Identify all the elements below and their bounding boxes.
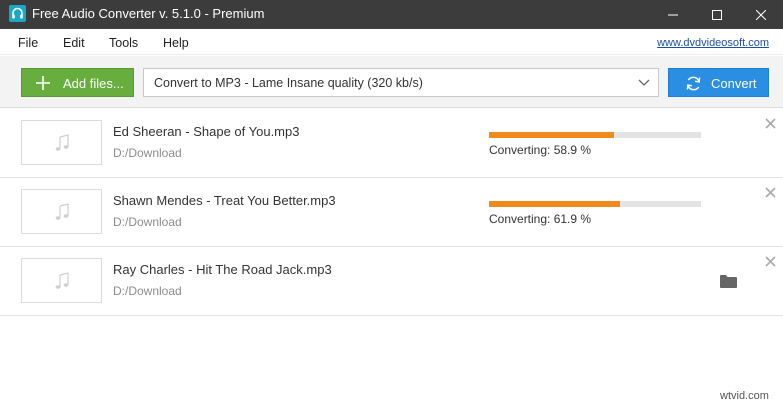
progress-fill [489, 201, 621, 207]
file-row[interactable]: Shawn Mendes - Treat You Better.mp3 D:/D… [0, 178, 783, 247]
menu-tools[interactable]: Tools [109, 36, 138, 50]
progress-bar [489, 132, 701, 138]
file-path: D:/Download [113, 284, 182, 298]
chevron-down-icon [638, 79, 650, 86]
conversion-status: Converting: 58.9 % [489, 143, 592, 157]
file-path: D:/Download [113, 146, 182, 160]
folder-icon[interactable] [720, 274, 737, 288]
close-button[interactable] [739, 0, 783, 29]
music-note-icon [55, 272, 69, 289]
file-row[interactable]: Ed Sheeran - Shape of You.mp3 D:/Downloa… [0, 109, 783, 178]
add-files-label: Add files... [63, 76, 124, 91]
file-row[interactable]: Ray Charles - Hit The Road Jack.mp3 D:/D… [0, 247, 783, 316]
file-name: Ray Charles - Hit The Road Jack.mp3 [113, 262, 332, 277]
file-thumbnail [21, 120, 102, 165]
title-bar: Free Audio Converter v. 5.1.0 - Premium [0, 0, 783, 29]
headphones-icon [9, 5, 26, 22]
website-link[interactable]: www.dvdvideosoft.com [657, 37, 769, 49]
window-title: Free Audio Converter v. 5.1.0 - Premium [32, 6, 265, 21]
refresh-icon [686, 76, 701, 91]
watermark: wtvid.com [720, 390, 769, 402]
maximize-button[interactable] [695, 0, 739, 29]
convert-button[interactable]: Convert [668, 68, 769, 97]
minimize-icon [668, 14, 678, 15]
music-note-icon [55, 203, 69, 220]
remove-icon[interactable] [765, 256, 776, 267]
add-files-button[interactable]: Add files... [21, 68, 134, 97]
output-format-select[interactable]: Convert to MP3 - Lame Insane quality (32… [143, 68, 659, 97]
music-note-icon [55, 134, 69, 151]
maximize-icon [712, 9, 722, 20]
file-name: Ed Sheeran - Shape of You.mp3 [113, 124, 300, 139]
plus-icon [36, 76, 50, 90]
file-name: Shawn Mendes - Treat You Better.mp3 [113, 193, 336, 208]
progress-bar [489, 201, 701, 207]
output-format-value: Convert to MP3 - Lame Insane quality (32… [154, 76, 423, 90]
remove-icon[interactable] [765, 118, 776, 129]
file-thumbnail [21, 189, 102, 234]
convert-label: Convert [711, 76, 757, 91]
menu-help[interactable]: Help [163, 36, 189, 50]
progress-fill [489, 132, 614, 138]
close-icon [756, 9, 766, 20]
minimize-button[interactable] [651, 0, 695, 29]
file-thumbnail [21, 258, 102, 303]
menu-edit[interactable]: Edit [63, 36, 85, 50]
file-list: Ed Sheeran - Shape of You.mp3 D:/Downloa… [0, 109, 783, 409]
menu-bar: File Edit Tools Help www.dvdvideosoft.co… [0, 29, 783, 55]
menu-file[interactable]: File [18, 36, 38, 50]
remove-icon[interactable] [765, 187, 776, 198]
conversion-status: Converting: 61.9 % [489, 212, 592, 226]
file-path: D:/Download [113, 215, 182, 229]
toolbar: Add files... Convert to MP3 - Lame Insan… [0, 56, 783, 108]
